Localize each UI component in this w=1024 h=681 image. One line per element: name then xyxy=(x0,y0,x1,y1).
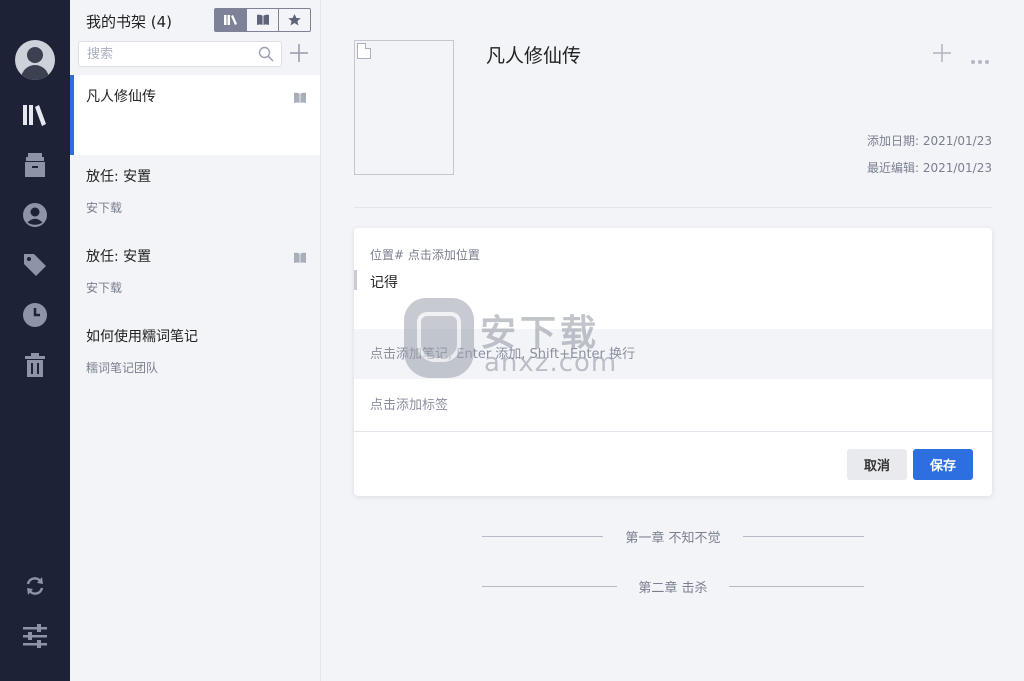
list-item[interactable]: 如何使用糯词笔记 糯词笔记团队 xyxy=(70,315,320,395)
trash-icon[interactable] xyxy=(20,350,50,380)
add-note-button[interactable] xyxy=(932,43,952,67)
cancel-button[interactable]: 取消 xyxy=(847,449,907,480)
book-open-icon xyxy=(293,89,307,108)
book-author: 糯词笔记团队 xyxy=(86,361,159,375)
history-icon[interactable] xyxy=(20,300,50,330)
user-avatar[interactable] xyxy=(15,40,55,80)
view-mode-toggle xyxy=(214,8,311,32)
edited-date: 最近编辑: 2021/01/23 xyxy=(866,161,992,175)
book-title: 如何使用糯词笔记 xyxy=(86,329,198,345)
archive-icon[interactable] xyxy=(20,150,50,180)
search-field xyxy=(78,41,282,67)
detail-title: 凡人修仙传 xyxy=(486,45,582,67)
book-view-button[interactable] xyxy=(247,9,279,31)
note-quote: 记得 xyxy=(370,275,398,291)
book-title: 凡人修仙传 xyxy=(86,89,156,105)
tag-icon[interactable] xyxy=(20,250,50,280)
watermark-url: anxz.com xyxy=(484,348,618,378)
note-location[interactable]: 位置# 点击添加位置 xyxy=(370,246,480,263)
sync-icon[interactable] xyxy=(20,571,50,601)
tag-input[interactable] xyxy=(354,380,992,432)
book-author: 安下载 xyxy=(86,281,123,295)
book-author: 安下载 xyxy=(86,201,123,215)
shelf-title: 我的书架 (4) xyxy=(86,13,173,31)
chapter-title: 第二章 击杀 xyxy=(638,581,708,596)
list-item[interactable]: 放任: 安置 安下载 xyxy=(70,235,320,315)
profile-icon[interactable] xyxy=(20,200,50,230)
watermark-logo: 安下载 anxz.com xyxy=(404,298,664,382)
chapter-title: 第一章 不知不觉 xyxy=(625,531,721,546)
list-item[interactable]: 放任: 安置 安下载 xyxy=(70,155,320,235)
list-item[interactable]: 凡人修仙传 xyxy=(70,75,320,155)
broken-image-icon xyxy=(357,43,371,59)
add-book-button[interactable] xyxy=(290,44,308,66)
library-icon[interactable] xyxy=(20,100,50,130)
book-title: 放任: 安置 xyxy=(86,169,152,185)
quote-marker xyxy=(354,270,357,290)
nav-rail xyxy=(0,0,70,681)
search-icon[interactable] xyxy=(258,46,274,66)
more-options-icon[interactable] xyxy=(970,50,990,69)
added-date: 添加日期: 2021/01/23 xyxy=(866,134,992,148)
chapter-heading[interactable]: 第二章 击杀 xyxy=(482,577,864,597)
search-input[interactable] xyxy=(79,42,249,66)
chapter-heading[interactable]: 第一章 不知不觉 xyxy=(482,527,864,547)
save-button[interactable]: 保存 xyxy=(913,449,973,480)
book-title: 放任: 安置 xyxy=(86,249,152,265)
book-open-icon xyxy=(293,249,307,268)
section-divider xyxy=(354,207,992,208)
library-view-button[interactable] xyxy=(215,9,247,31)
settings-sliders-icon[interactable] xyxy=(20,621,50,651)
book-cover-image xyxy=(354,40,454,175)
favorite-view-button[interactable] xyxy=(279,9,310,31)
